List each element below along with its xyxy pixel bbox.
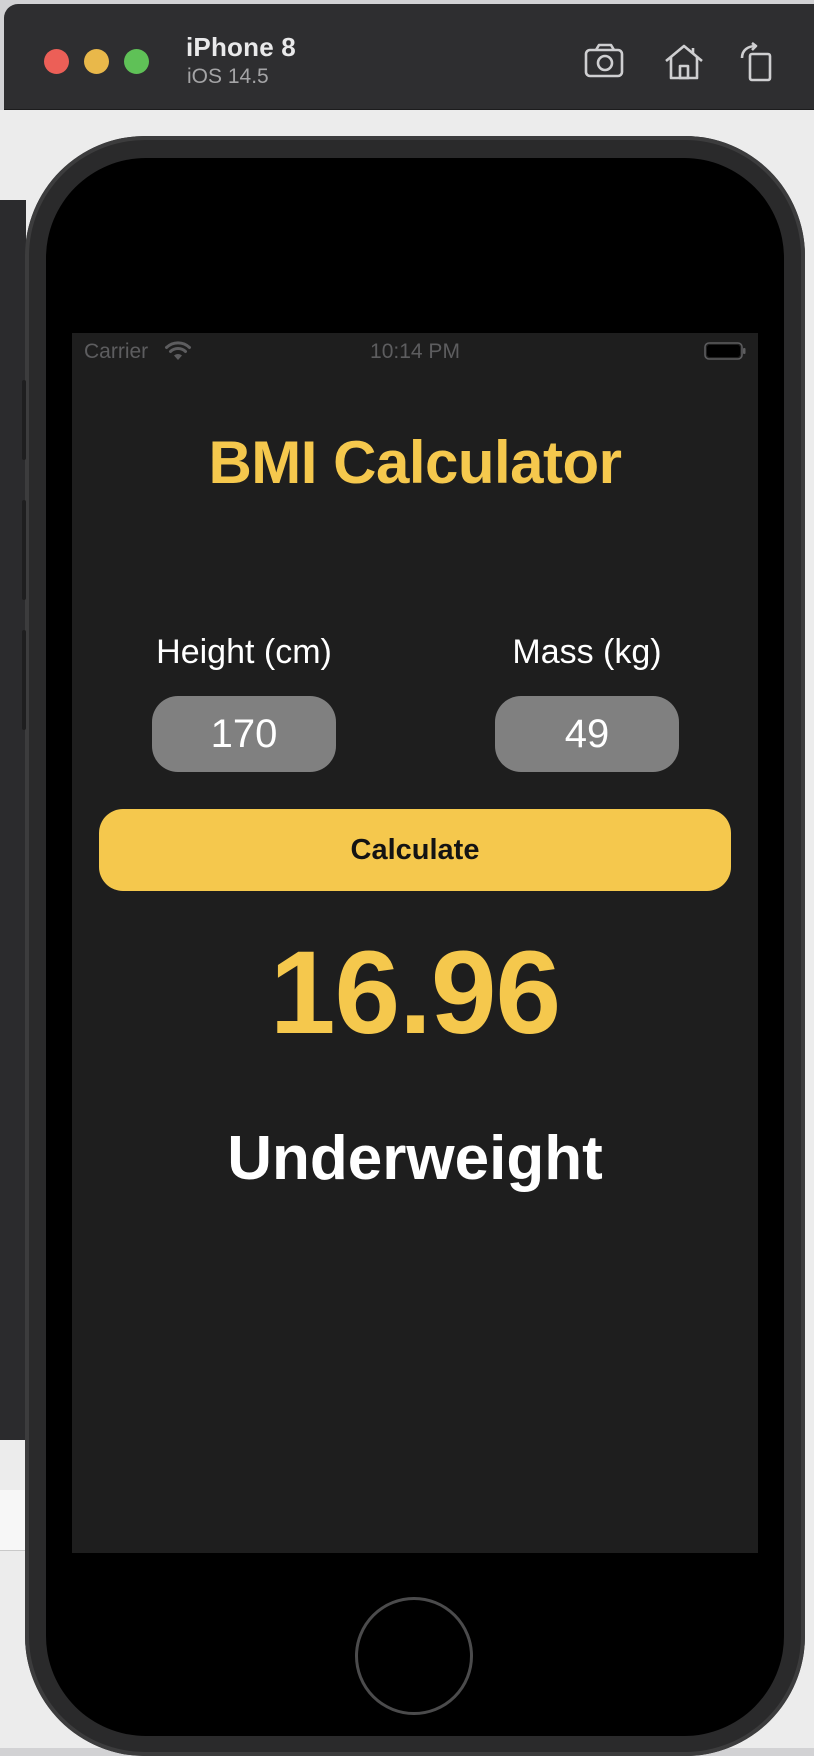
- mass-input[interactable]: [495, 696, 679, 772]
- app-title: BMI Calculator: [208, 429, 622, 496]
- simulator-titlebar: iPhone 8 iOS 14.5: [4, 4, 814, 110]
- app-screen: Carrier 10:14 PM BMI Calculator Height (…: [72, 333, 758, 1553]
- close-window-button[interactable]: [44, 49, 69, 74]
- device-name: iPhone 8: [186, 32, 296, 62]
- device-os-version: iOS 14.5: [187, 65, 269, 88]
- calculate-button[interactable]: Calculate: [99, 809, 731, 891]
- status-time: 10:14 PM: [370, 340, 460, 363]
- mass-label: Mass (kg): [512, 633, 662, 671]
- volume-down-button: [22, 630, 26, 730]
- zoom-window-button[interactable]: [124, 49, 149, 74]
- status-bar: Carrier 10:14 PM: [72, 333, 758, 371]
- bmi-result-value: 16.96: [269, 927, 561, 1059]
- home-icon[interactable]: [660, 42, 708, 82]
- screenshot-icon[interactable]: [582, 42, 630, 82]
- battery-icon: [704, 342, 746, 360]
- height-input[interactable]: [152, 696, 336, 772]
- bmi-category-label: Underweight: [227, 1124, 603, 1193]
- mute-switch: [22, 380, 26, 460]
- home-button[interactable]: [355, 1597, 473, 1715]
- rotate-icon[interactable]: [734, 41, 782, 82]
- minimize-window-button[interactable]: [84, 49, 109, 74]
- height-label: Height (cm): [156, 633, 332, 671]
- volume-up-button: [22, 500, 26, 600]
